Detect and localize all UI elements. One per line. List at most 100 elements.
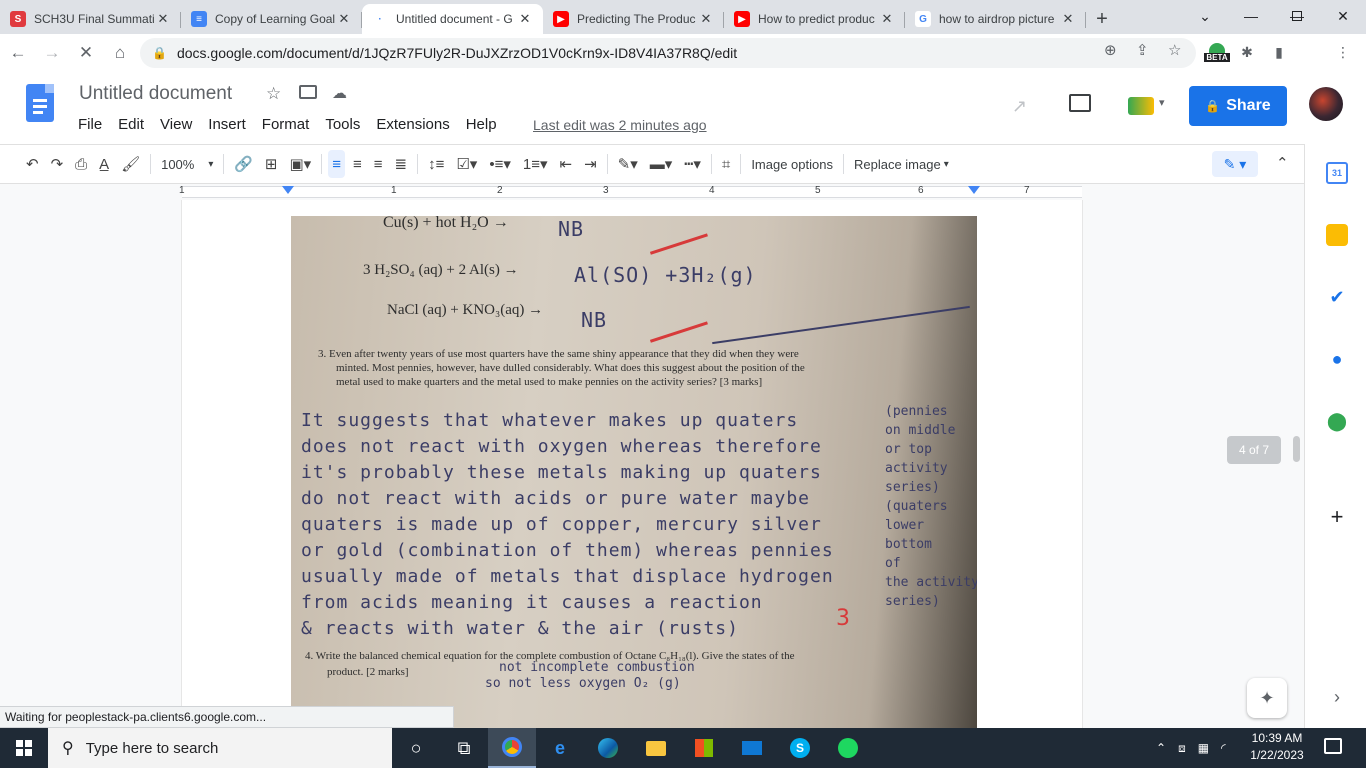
insert-image-icon[interactable]: ▣▾ — [286, 150, 316, 178]
device-icon[interactable]: ▦ — [1198, 741, 1209, 755]
internet-explorer-icon[interactable]: e — [536, 728, 584, 768]
ruler-track[interactable] — [182, 186, 1082, 198]
store-icon[interactable] — [680, 728, 728, 768]
taskbar-clock[interactable]: 10:39 AM 1/22/2023 — [1248, 730, 1306, 764]
explore-button[interactable]: ✦ — [1247, 678, 1287, 718]
zoom-select[interactable]: 100% ▾ — [157, 150, 217, 178]
align-left-icon[interactable]: ≡ — [328, 150, 345, 178]
collapse-chevron-icon[interactable]: ⌃ — [1276, 154, 1289, 172]
browser-tab[interactable]: S SCH3U Final Summati ✕ — [0, 4, 181, 34]
side-panel-icon[interactable]: ▮ — [1268, 41, 1290, 63]
tab-close-icon[interactable]: ✕ — [336, 11, 352, 27]
taskbar-search-box[interactable]: ⚲ Type here to search — [48, 728, 392, 768]
meet-icon[interactable] — [1128, 97, 1154, 115]
browser-tab[interactable]: ≡ Copy of Learning Goal ✕ — [181, 4, 362, 34]
account-avatar[interactable] — [1309, 87, 1343, 121]
notifications-icon[interactable] — [1324, 738, 1342, 754]
undo-icon[interactable]: ↶ — [22, 150, 43, 178]
zoom-icon[interactable]: ⊕ — [1104, 41, 1117, 59]
onedrive-icon[interactable]: ⧈ — [1178, 741, 1186, 756]
tab-close-icon[interactable]: ✕ — [517, 11, 533, 27]
keep-icon[interactable] — [1326, 224, 1348, 246]
worksheet-photo[interactable]: Cu(s) + hot H₂O → NB 3 H₂SO₄ (aq) + 2 Al… — [291, 216, 977, 728]
browser-menu-icon[interactable]: ⋮ — [1332, 41, 1354, 63]
insert-link-icon[interactable]: 🔗 — [230, 150, 257, 178]
decrease-indent-icon[interactable]: ⇤ — [556, 150, 577, 178]
editing-mode-button[interactable]: ✎ ▾ — [1212, 151, 1258, 177]
comments-icon[interactable] — [1069, 94, 1091, 112]
browser-tab[interactable]: · Untitled document - G ✕ — [362, 4, 543, 34]
browser-tab[interactable]: Ghow to airdrop picture ✕ — [905, 4, 1086, 34]
menu-format[interactable]: Format — [262, 116, 310, 133]
tray-chevron-icon[interactable]: ⌃ — [1156, 741, 1166, 755]
contacts-icon[interactable]: ● — [1326, 348, 1348, 370]
stop-loading-button[interactable]: ✕ — [70, 37, 102, 69]
maps-icon[interactable]: ⬤ — [1326, 410, 1348, 432]
spotify-icon[interactable] — [824, 728, 872, 768]
menu-extensions[interactable]: Extensions — [376, 116, 449, 133]
justify-icon[interactable]: ≣ — [391, 150, 412, 178]
document-title[interactable]: Untitled document — [79, 83, 232, 105]
new-tab-button[interactable]: + — [1086, 4, 1118, 34]
menu-edit[interactable]: Edit — [118, 116, 144, 133]
share-button[interactable]: 🔒 Share — [1189, 86, 1287, 126]
move-folder-icon[interactable] — [299, 85, 317, 99]
cloud-status-icon[interactable]: ☁ — [332, 84, 347, 102]
add-comment-icon[interactable]: ⊞ — [261, 150, 282, 178]
right-indent-marker[interactable] — [968, 186, 980, 194]
tab-close-icon[interactable]: ✕ — [879, 11, 895, 27]
image-options-button[interactable]: Image options — [747, 150, 837, 178]
beta-extension-icon[interactable]: BETA — [1204, 41, 1230, 63]
docs-logo-icon[interactable] — [26, 84, 54, 122]
paint-format-icon[interactable]: 🖌 — [117, 150, 144, 178]
expand-panel-icon[interactable]: › — [1326, 686, 1348, 708]
border-dash-icon[interactable]: ┅▾ — [680, 150, 705, 178]
share-page-icon[interactable]: ⇪ — [1136, 41, 1149, 59]
skype-icon[interactable]: S — [776, 728, 824, 768]
home-button[interactable]: ⌂ — [104, 37, 136, 69]
meet-dropdown-icon[interactable]: ▾ — [1159, 96, 1165, 109]
numbered-list-icon[interactable]: 1≡▾ — [519, 150, 552, 178]
menu-file[interactable]: File — [78, 116, 102, 133]
align-center-icon[interactable]: ≡ — [349, 150, 366, 178]
back-button[interactable]: ← — [2, 37, 34, 69]
left-indent-marker[interactable] — [282, 186, 294, 194]
calendar-icon[interactable]: 31 — [1326, 162, 1348, 184]
print-icon[interactable]: ⎙ — [71, 150, 91, 178]
activity-trend-icon[interactable]: ↗ — [1012, 96, 1027, 117]
menu-tools[interactable]: Tools — [325, 116, 360, 133]
star-icon[interactable]: ☆ — [266, 84, 281, 104]
menu-help[interactable]: Help — [466, 116, 497, 133]
add-app-icon[interactable]: + — [1326, 504, 1348, 529]
menu-insert[interactable]: Insert — [208, 116, 246, 133]
tab-close-icon[interactable]: ✕ — [1060, 11, 1076, 27]
line-spacing-icon[interactable]: ↕≡ — [424, 150, 448, 178]
increase-indent-icon[interactable]: ⇥ — [580, 150, 601, 178]
redo-icon[interactable]: ↷ — [47, 150, 68, 178]
extensions-puzzle-icon[interactable]: ✱ — [1236, 41, 1258, 63]
bookmark-star-icon[interactable]: ☆ — [1168, 41, 1181, 59]
edge-icon[interactable] — [584, 728, 632, 768]
crop-image-icon[interactable]: ⌗ — [718, 150, 734, 178]
spellcheck-icon[interactable]: A̲ — [95, 150, 113, 178]
browser-tab[interactable]: ▶ Predicting The Produc ✕ — [543, 4, 724, 34]
task-view-icon[interactable]: ⧉ — [440, 728, 488, 768]
tab-search-chevron-icon[interactable]: ⌄ — [1182, 0, 1228, 32]
tab-close-icon[interactable]: ✕ — [698, 11, 714, 27]
start-button[interactable] — [0, 728, 48, 768]
forward-button[interactable]: → — [36, 37, 68, 69]
last-edit-link[interactable]: Last edit was 2 minutes ago — [533, 117, 707, 133]
tab-close-icon[interactable]: ✕ — [155, 11, 171, 27]
close-window-button[interactable]: ✕ — [1320, 0, 1366, 32]
mail-icon[interactable] — [728, 728, 776, 768]
wifi-icon[interactable]: ◜ — [1221, 741, 1226, 755]
align-right-icon[interactable]: ≡ — [370, 150, 387, 178]
bulleted-list-icon[interactable]: •≡▾ — [485, 150, 515, 178]
vertical-scrollbar[interactable] — [1293, 436, 1300, 462]
tasks-icon[interactable]: ✔ — [1326, 286, 1348, 308]
chrome-taskbar-icon[interactable] — [488, 728, 536, 768]
checklist-icon[interactable]: ☑▾ — [452, 150, 481, 178]
border-color-icon[interactable]: ✎▾ — [614, 150, 642, 178]
minimize-window-button[interactable]: — — [1228, 0, 1274, 32]
menu-view[interactable]: View — [160, 116, 192, 133]
